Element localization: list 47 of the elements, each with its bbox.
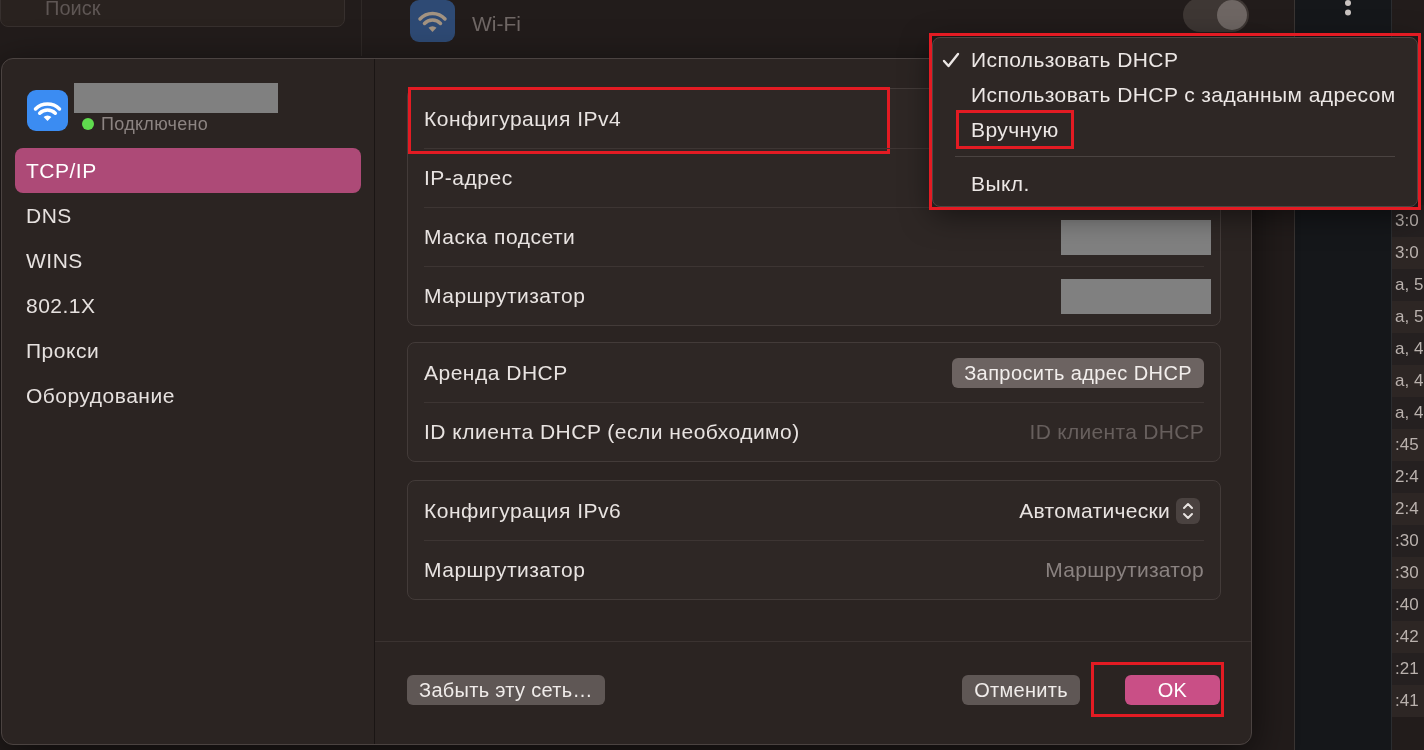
sidebar-item[interactable]: Прокси <box>15 328 361 373</box>
menu-item[interactable]: Использовать DHCP <box>933 42 1417 77</box>
list-row: 3:0 <box>1392 237 1424 269</box>
chevron-up-down-icon <box>1176 497 1200 524</box>
sidebar-item[interactable]: WINS <box>15 238 361 283</box>
menu-item[interactable]: Использовать DHCP с заданным адресом <box>933 77 1417 112</box>
list-row: а, 4 <box>1392 365 1424 397</box>
menu-item[interactable]: Выкл. <box>933 166 1417 201</box>
list-row: 2:4 <box>1392 461 1424 493</box>
wifi-icon <box>410 0 455 42</box>
window-title: Wi-Fi <box>472 11 521 37</box>
list-row: а, 5 <box>1392 301 1424 333</box>
text-field[interactable]: Маршрутизатор <box>904 555 1204 585</box>
list-row: а, 4 <box>1392 333 1424 365</box>
menu-item[interactable]: Вручную <box>933 112 1417 147</box>
ok-button[interactable]: OK <box>1125 675 1220 705</box>
list-row: :40 <box>1392 589 1424 621</box>
row-label: Маршрутизатор <box>424 557 586 584</box>
row-label: Аренда DHCP <box>424 359 568 386</box>
row-label: Конфигурация IPv6 <box>424 497 622 524</box>
wifi-icon <box>27 90 68 131</box>
row-label: ID клиента DHCP (если необходимо) <box>424 419 800 446</box>
sidebar-item[interactable]: TCP/IP <box>15 148 361 193</box>
sidebar-item[interactable]: Оборудование <box>15 373 361 418</box>
action-button[interactable]: Запросить адрес DHCP <box>952 357 1204 388</box>
sidebar-item[interactable]: DNS <box>15 193 361 238</box>
row-label: IP-адрес <box>424 165 513 192</box>
list-row: а, 5 <box>1392 269 1424 301</box>
more-icon[interactable] <box>1344 0 1352 16</box>
row-label: Конфигурация IPv4 <box>424 105 622 132</box>
secondary-button[interactable]: Отменить <box>962 675 1080 705</box>
row-label: Маска подсети <box>424 224 576 251</box>
sidebar-item[interactable]: 802.1X <box>15 283 361 328</box>
list-row: :45 <box>1392 429 1424 461</box>
text-field[interactable]: ID клиента DHCP <box>904 417 1204 447</box>
list-row: :41 <box>1392 685 1424 717</box>
list-row: :21 <box>1392 653 1424 685</box>
list-row: а, 4 <box>1392 397 1424 429</box>
popup-button[interactable]: Автоматически <box>1019 494 1200 527</box>
list-row: 2:4 <box>1392 493 1424 525</box>
list-row: :30 <box>1392 557 1424 589</box>
secondary-button[interactable]: Забыть эту сеть… <box>407 675 605 705</box>
list-row: :30 <box>1392 525 1424 557</box>
row-label: Маршрутизатор <box>424 283 586 310</box>
list-row: :42 <box>1392 621 1424 653</box>
toggle-switch[interactable] <box>1183 0 1249 32</box>
status-text: Подключено <box>101 112 209 136</box>
